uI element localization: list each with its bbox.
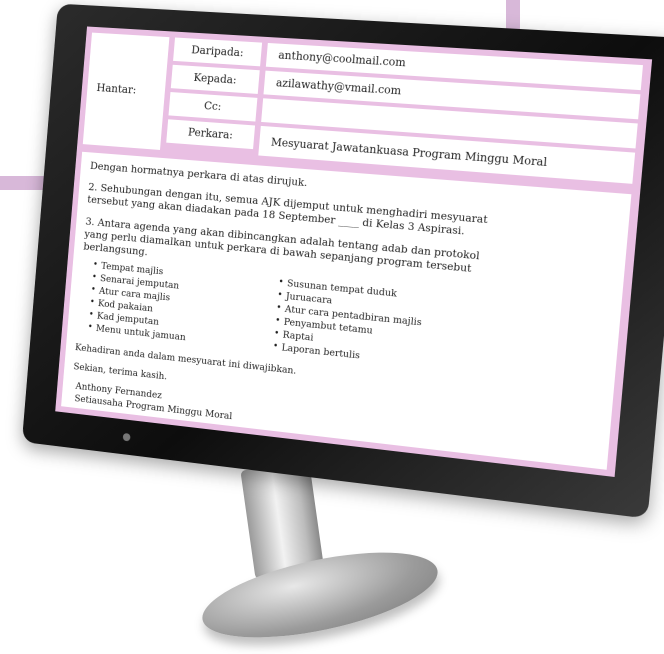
closing: Sekian, terima kasih. — [73, 361, 168, 383]
cc-label-cell: Cc: — [168, 92, 258, 122]
to-value: azilawathy@vmail.com — [275, 76, 402, 98]
subject-value: Mesyuarat Jawatankuasa Program Minggu Mo… — [270, 135, 548, 170]
monitor: Hantar: Daripada: anthony@coolmail.com K… — [21, 3, 664, 519]
cc-label: Cc: — [203, 99, 222, 114]
to-label: Kepada: — [193, 71, 238, 87]
agenda-list-right: Susunan tempat duduk Juruacara Atur cara… — [272, 276, 424, 368]
from-label-cell: Daripada: — [173, 37, 263, 67]
send-label: Hantar: — [96, 81, 137, 97]
agenda-list-left: Tempat majlis Senarai jemputan Atur cara… — [87, 259, 191, 344]
email-window: Hantar: Daripada: anthony@coolmail.com K… — [55, 26, 653, 477]
subject-label-cell: Perkara: — [166, 119, 256, 150]
subject-label: Perkara: — [187, 125, 234, 142]
send-button[interactable]: Hantar: — [82, 32, 170, 150]
to-label-cell: Kepada: — [170, 64, 260, 94]
from-value: anthony@coolmail.com — [277, 48, 407, 70]
from-label: Daripada: — [190, 43, 245, 60]
email-body[interactable]: Dengan hormatnya perkara di atas dirujuk… — [61, 151, 632, 470]
